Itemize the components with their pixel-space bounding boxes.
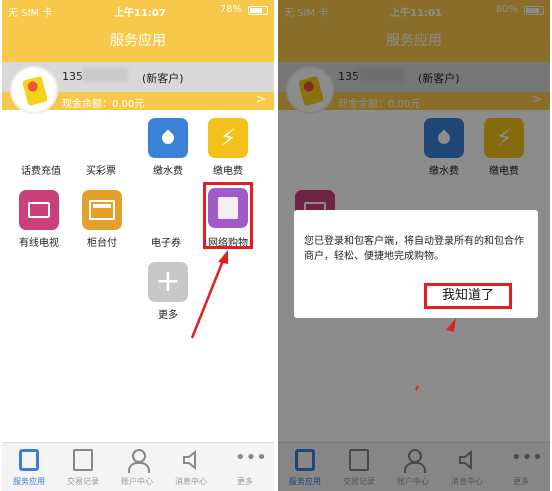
left-phone-screen: 无 SIM 卡 上午11:07 78% 服务应用 135 (新客户) 现金余额：…	[2, 0, 274, 491]
right-phone-screen: 无 SIM 卡 上午11:01 80% 服务应用 135 (新客户) 现金余额：…	[278, 0, 550, 491]
red-arrow-icon	[415, 318, 456, 391]
red-arrow-icon	[190, 250, 228, 339]
